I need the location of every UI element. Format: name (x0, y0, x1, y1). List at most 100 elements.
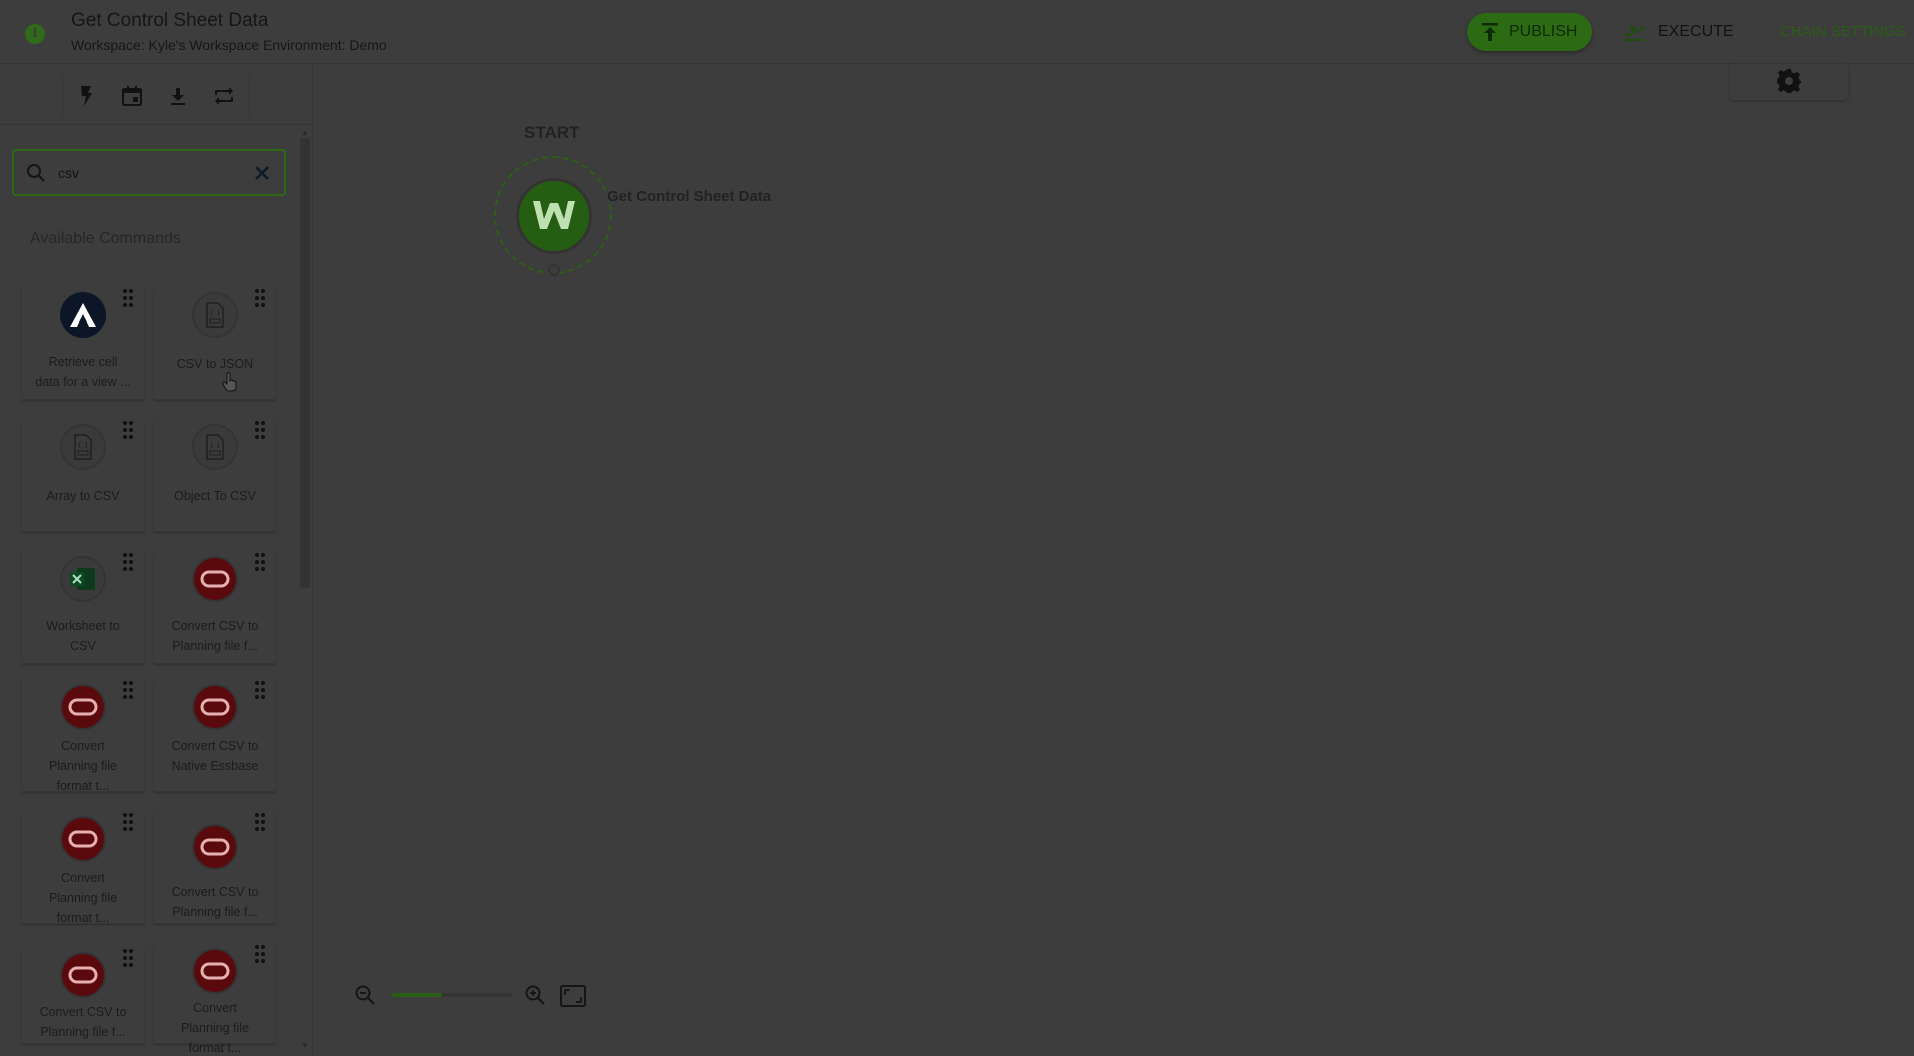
anaplan-icon (60, 292, 106, 338)
repeat-button[interactable] (201, 74, 247, 118)
available-commands-title: Available Commands (30, 230, 181, 247)
zoom-slider[interactable] (392, 993, 512, 997)
drag-handle-icon[interactable] (122, 948, 134, 968)
execute-button[interactable]: EXECUTE (1622, 13, 1742, 51)
publish-label: PUBLISH (1509, 23, 1578, 40)
command-card[interactable]: Worksheet to CSV (22, 552, 144, 664)
toolbar-divider (0, 124, 312, 125)
command-label: Worksheet to CSV (24, 616, 142, 656)
label-line: Convert CSV to (171, 885, 259, 899)
lightning-icon (81, 86, 92, 106)
workato-logo-icon (516, 178, 592, 254)
drag-handle-icon[interactable] (254, 552, 266, 572)
oracle-icon (192, 824, 238, 870)
label-line: Planning file f... (40, 1025, 126, 1039)
command-label: Convert Planning file format t... (24, 736, 142, 796)
scroll-down-arrow-icon[interactable]: ▼ (301, 1041, 309, 1050)
download-icon (171, 88, 185, 105)
label-line: Native Essbase (171, 759, 259, 773)
label-line: Planning file (48, 891, 118, 905)
command-card[interactable]: { } CSV to JSON (154, 288, 276, 400)
json-file-icon: { } (192, 292, 238, 338)
zoom-out-icon[interactable] (354, 984, 376, 1006)
command-card[interactable]: Convert Planning file format t... (154, 944, 276, 1055)
oracle-icon (192, 556, 238, 602)
app-header: i Get Control Sheet Data Workspace: Kyle… (0, 0, 1914, 64)
label-line: format t... (188, 1041, 242, 1055)
start-label: START (524, 123, 580, 142)
oracle-icon (192, 948, 238, 994)
command-label: Convert CSV to Planning file f... (156, 616, 274, 656)
oracle-icon (192, 684, 238, 730)
search-box (12, 149, 286, 196)
lightning-button[interactable] (63, 74, 109, 118)
search-input[interactable] (58, 161, 238, 185)
label-line: Planning file (48, 759, 118, 773)
drag-handle-icon[interactable] (254, 680, 266, 700)
label-line: Planning file f... (172, 905, 258, 919)
canvas-settings-button[interactable] (1730, 62, 1848, 100)
trigger-toolbar (62, 74, 250, 118)
drag-handle-icon[interactable] (122, 420, 134, 440)
oracle-icon (60, 952, 106, 998)
chain-settings-link[interactable]: CHAIN SETTINGS (1780, 23, 1906, 40)
zoom-slider-fill (392, 993, 443, 997)
command-card[interactable]: Convert CSV to Planning file f... (154, 812, 276, 924)
fit-screen-icon[interactable] (560, 985, 586, 1007)
label-line: data for a view ... (35, 375, 131, 389)
drag-handle-icon[interactable] (122, 288, 134, 308)
command-label: Convert CSV to Native Essbase (156, 736, 274, 776)
command-label: Convert CSV to Planning file f... (156, 882, 274, 922)
label-line: Convert (61, 739, 105, 753)
close-icon[interactable] (252, 163, 272, 183)
zoom-in-icon[interactable] (524, 984, 546, 1006)
label-line: Convert CSV to (171, 619, 259, 633)
json-file-icon: { } (192, 424, 238, 470)
command-card[interactable]: Convert CSV to Planning file f... (154, 552, 276, 664)
label-line: Planning file (180, 1021, 250, 1035)
command-label: Retrieve cell data for a view ... (24, 352, 142, 392)
label-line: format t... (56, 911, 110, 925)
start-node-label: Get Control Sheet Data (607, 188, 772, 205)
command-label: Convert Planning file format t... (156, 998, 274, 1056)
airplane-takeoff-icon (1623, 25, 1646, 41)
drag-handle-icon[interactable] (254, 944, 266, 964)
label-line: Convert CSV to (171, 739, 259, 753)
upload-icon (1482, 23, 1498, 41)
drag-handle-icon[interactable] (254, 812, 266, 832)
label-line: Convert (193, 1001, 237, 1015)
drag-handle-icon[interactable] (254, 288, 266, 308)
calendar-button[interactable] (109, 74, 155, 118)
command-label: Convert Planning file format t... (24, 868, 142, 928)
label-line: CSV (70, 639, 96, 653)
drag-handle-icon[interactable] (122, 812, 134, 832)
calendar-icon (122, 86, 142, 106)
info-icon[interactable]: i (25, 24, 45, 44)
svg-text:{ }: { } (210, 442, 221, 449)
connector-dot[interactable] (548, 264, 560, 276)
publish-button[interactable]: PUBLISH (1467, 13, 1592, 51)
download-button[interactable] (155, 74, 201, 118)
oracle-icon (60, 684, 106, 730)
scroll-up-arrow-icon[interactable]: ▲ (301, 128, 309, 137)
command-card[interactable]: { } Array to CSV (22, 420, 144, 532)
svg-text:{ }: { } (210, 310, 221, 317)
sidebar-scrollbar[interactable] (300, 138, 310, 588)
command-card[interactable]: { } Object To CSV (154, 420, 276, 532)
command-label: Convert CSV to Planning file f... (24, 1002, 142, 1042)
json-file-icon: { } (60, 424, 106, 470)
execute-label: EXECUTE (1658, 23, 1734, 40)
command-card[interactable]: Convert CSV to Native Essbase (154, 680, 276, 792)
label-line: Worksheet to (46, 619, 120, 633)
label-line: Convert (61, 871, 105, 885)
workspace-subtitle: Workspace: Kyle's Workspace Environment:… (71, 37, 387, 53)
drag-handle-icon[interactable] (122, 680, 134, 700)
drag-handle-icon[interactable] (254, 420, 266, 440)
command-card[interactable]: Convert Planning file format t... (22, 680, 144, 793)
command-card[interactable]: Retrieve cell data for a view ... (22, 288, 144, 400)
start-node[interactable] (494, 156, 612, 276)
command-card[interactable]: Convert Planning file format t... (22, 812, 144, 925)
hand-cursor-icon (222, 372, 237, 392)
command-card[interactable]: Convert CSV to Planning file f... (22, 948, 144, 1044)
drag-handle-icon[interactable] (122, 552, 134, 572)
